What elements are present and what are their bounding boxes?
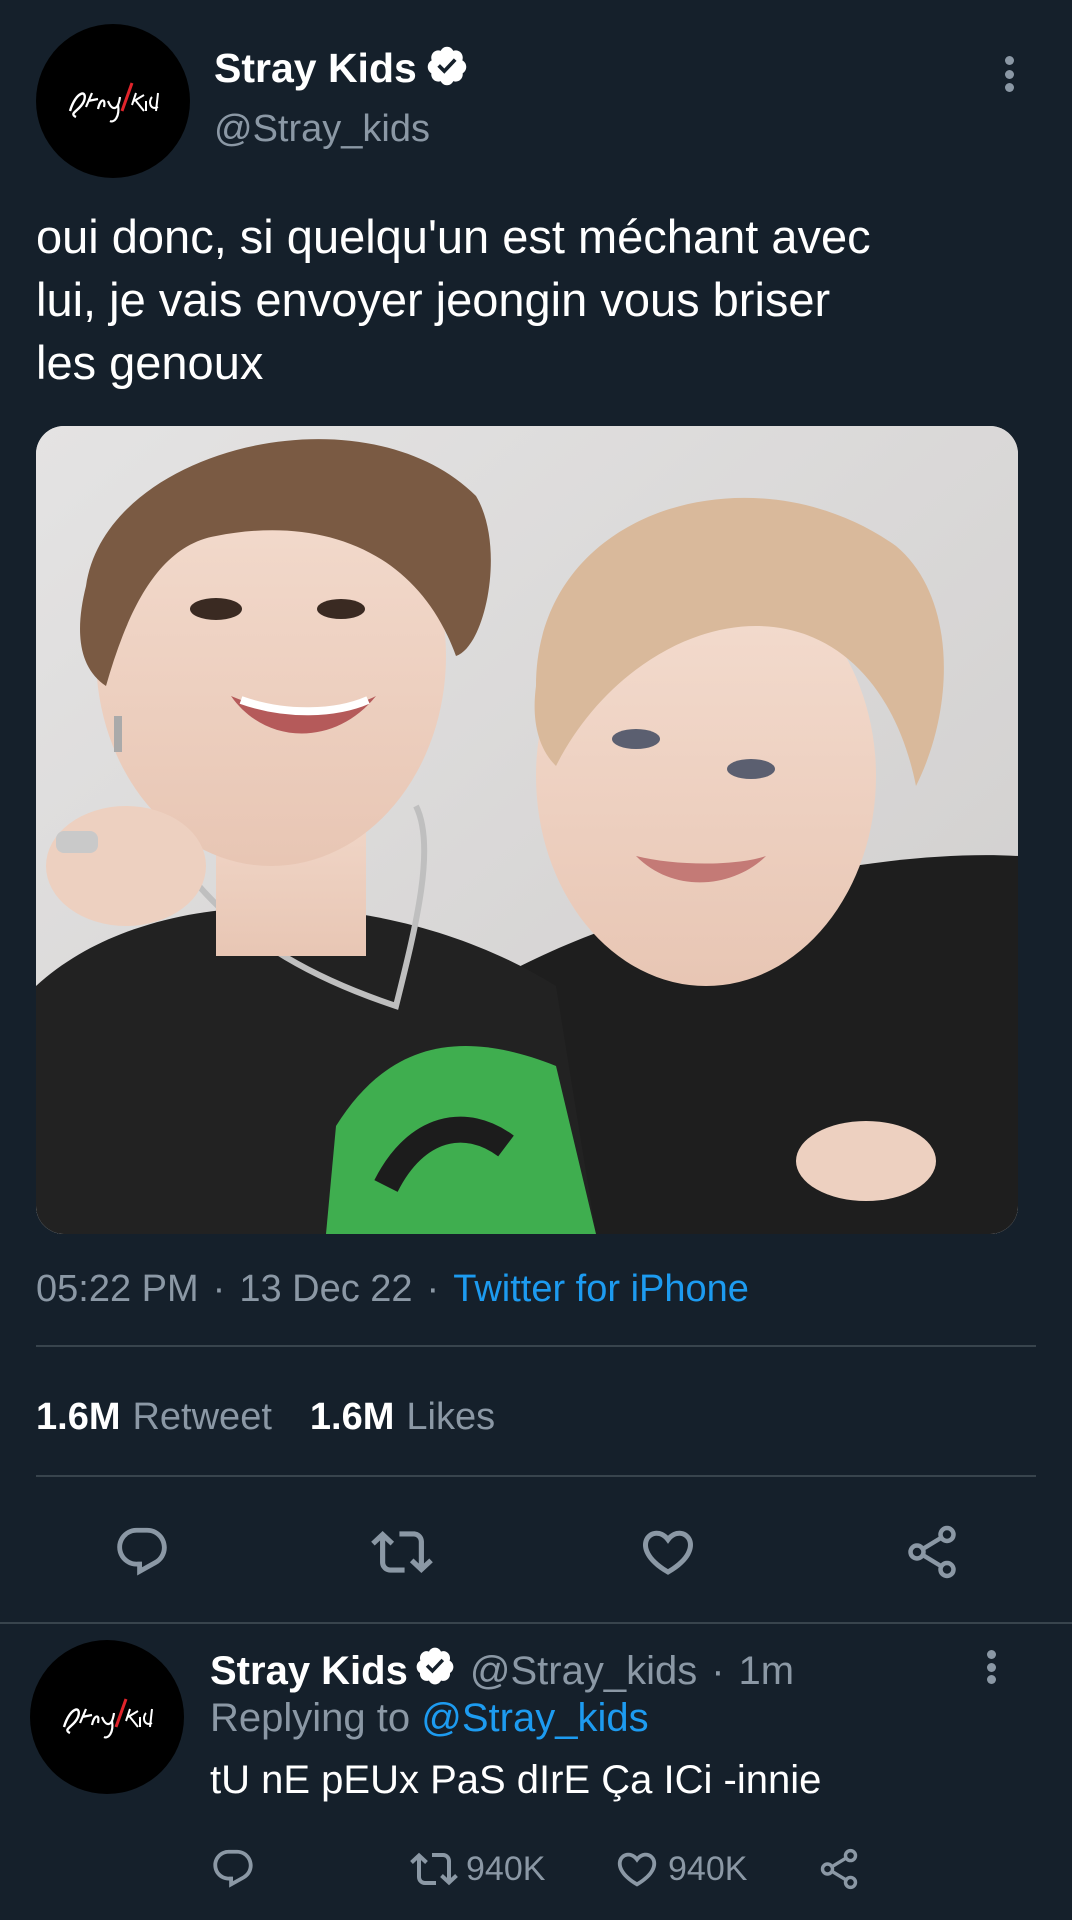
reply-time-ago: 1m <box>738 1648 795 1693</box>
likes-count[interactable]: 1.6M <box>310 1396 394 1439</box>
tweet-meta: 05:22 PM · 13 Dec 22 · Twitter for iPhon… <box>36 1266 749 1312</box>
retweet-icon <box>371 1531 433 1573</box>
tweet-stats: 1.6M Retweet 1.6M Likes <box>36 1392 533 1442</box>
divider <box>36 1345 1036 1347</box>
reply-button[interactable] <box>110 1520 174 1584</box>
replying-to-mention[interactable]: @Stray_kids <box>421 1696 648 1740</box>
tweet-text-line: lui, je vais envoyer jeongin vous briser <box>36 273 831 326</box>
reply-text: tU nE pEUx PaS dIrE Ça ICi -innie <box>210 1758 822 1802</box>
stray-kids-logo <box>68 82 159 123</box>
reply-reply-button[interactable] <box>210 1844 264 1894</box>
like-icon <box>617 1852 657 1887</box>
author-display-name[interactable]: Stray Kids <box>214 45 417 92</box>
like-button[interactable] <box>636 1520 700 1584</box>
author-avatar[interactable] <box>36 24 190 178</box>
reply-separator: · <box>711 1648 725 1693</box>
divider <box>36 1475 1036 1477</box>
tweet-text-line: les genoux <box>36 336 264 389</box>
share-button[interactable] <box>900 1520 964 1584</box>
reply-icon <box>117 1527 167 1576</box>
meta-separator: · <box>212 1267 226 1310</box>
retweet-button[interactable] <box>370 1520 434 1584</box>
like-icon <box>642 1530 694 1575</box>
reply-author-avatar[interactable] <box>30 1640 184 1794</box>
reply-more-options-icon[interactable] <box>984 1650 998 1684</box>
author-name-row: Stray Kids <box>214 42 469 94</box>
reply-like-button[interactable]: 940K <box>614 1844 747 1894</box>
retweets-label[interactable]: Retweet <box>132 1396 271 1439</box>
meta-separator: · <box>426 1267 440 1310</box>
tweet-date: 13 Dec 22 <box>239 1267 413 1310</box>
reply-author-display-name[interactable]: Stray Kids <box>210 1649 408 1694</box>
retweet-icon <box>410 1852 458 1886</box>
author-handle[interactable]: @Stray_kids <box>214 108 430 151</box>
tweet-source-link[interactable]: Twitter for iPhone <box>453 1268 749 1311</box>
reply-header: Stray Kids @Stray_kids · 1m <box>210 1645 794 1697</box>
likes-label[interactable]: Likes <box>406 1396 495 1439</box>
reply-share-button[interactable] <box>816 1844 870 1894</box>
reply-retweet-button[interactable]: 940K <box>410 1844 545 1894</box>
reply-icon <box>213 1849 253 1888</box>
photo-image <box>36 426 1018 1234</box>
tweet-time: 05:22 PM <box>36 1267 199 1310</box>
replying-to-line: Replying to @Stray_kids <box>210 1696 649 1746</box>
replying-to-label: Replying to <box>210 1696 411 1740</box>
retweets-count[interactable]: 1.6M <box>36 1396 120 1439</box>
verified-badge-icon <box>414 1645 456 1697</box>
tweet-text: oui donc, si quelqu'un est méchant avec … <box>36 205 1046 394</box>
divider <box>0 1622 1072 1624</box>
share-icon <box>820 1848 858 1890</box>
tweet-photo[interactable] <box>36 426 1018 1234</box>
reply-author-handle[interactable]: @Stray_kids <box>470 1649 697 1694</box>
reply-retweet-count: 940K <box>466 1849 546 1888</box>
more-options-icon[interactable] <box>1002 56 1016 92</box>
share-icon <box>908 1525 956 1579</box>
tweet-text-line: oui donc, si quelqu'un est méchant avec <box>36 210 871 263</box>
verified-badge-icon <box>425 44 469 93</box>
reply-like-count: 940K <box>668 1849 748 1888</box>
stray-kids-logo <box>62 1698 153 1739</box>
